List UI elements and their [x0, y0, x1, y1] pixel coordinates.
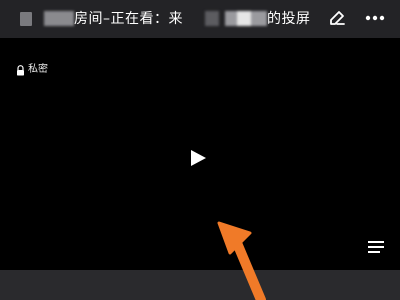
menu-icon[interactable] — [368, 240, 386, 254]
play-icon[interactable] — [187, 148, 209, 168]
blurred-user-name — [225, 11, 267, 26]
lock-icon — [17, 64, 24, 75]
room-title-part2: 的投屏 — [267, 11, 311, 27]
blurred-user-name-start — [205, 11, 219, 26]
blurred-room-name — [44, 11, 74, 26]
edit-icon[interactable] — [328, 9, 346, 27]
more-icon[interactable] — [364, 9, 386, 27]
bottom-bar — [0, 270, 400, 300]
orange-arrow-annotation — [217, 221, 266, 300]
private-badge: 私密 — [16, 64, 48, 76]
back-icon[interactable] — [20, 12, 32, 26]
private-label: 私密 — [28, 64, 48, 75]
top-bar: 房间–正在看：来 的投屏 — [0, 0, 400, 38]
room-title-part1: 房间–正在看：来 — [74, 11, 183, 27]
